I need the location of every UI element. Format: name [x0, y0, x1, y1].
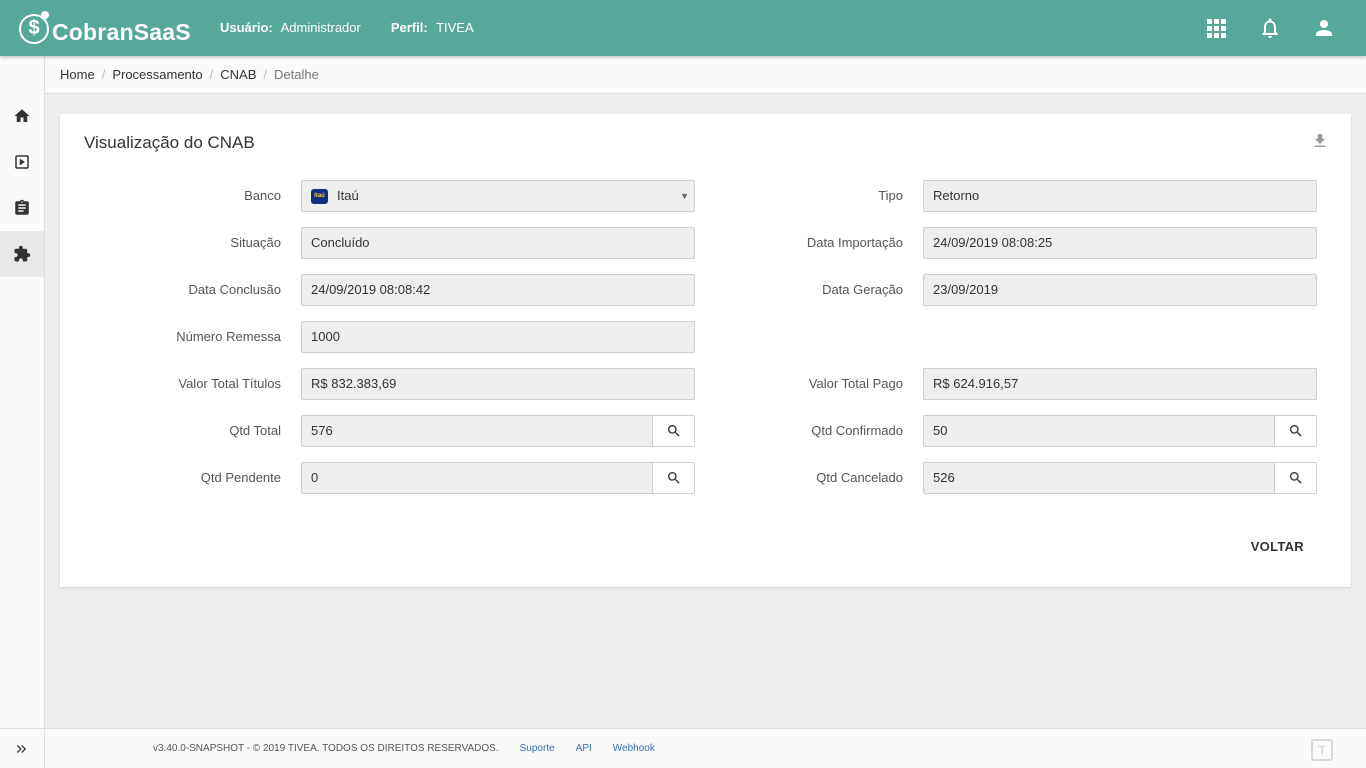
- qtd-confirmado-field[interactable]: 50: [923, 415, 1275, 447]
- data-importacao-field[interactable]: 24/09/2019 08:08:25: [923, 227, 1317, 259]
- sidebar-item-clipboard[interactable]: [0, 185, 44, 231]
- profile-label: Perfil:: [390, 20, 428, 35]
- qtd-total-field[interactable]: 576: [301, 415, 653, 447]
- sidebar-expand-button[interactable]: [0, 728, 44, 768]
- apps-grid-icon[interactable]: [1204, 16, 1228, 40]
- tipo-field[interactable]: Retorno: [923, 180, 1317, 212]
- user-value: Administrador: [280, 20, 361, 35]
- profile-value: TIVEA: [436, 20, 474, 35]
- breadcrumb-home[interactable]: Home: [60, 67, 95, 82]
- qtd-confirmado-search-button[interactable]: [1275, 415, 1317, 447]
- bell-icon[interactable]: [1258, 16, 1282, 40]
- clipboard-icon: [15, 199, 29, 215]
- sidebar-item-home[interactable]: [0, 93, 44, 139]
- download-icon[interactable]: [1311, 132, 1329, 150]
- puzzle-icon: [14, 245, 31, 262]
- app-logo[interactable]: CobranSaaS: [19, 10, 191, 46]
- page-title: Visualização do CNAB: [84, 133, 255, 152]
- numero-remessa-field[interactable]: 1000: [301, 321, 695, 353]
- breadcrumb-separator: /: [263, 67, 268, 82]
- situacao-field[interactable]: Concluído: [301, 227, 695, 259]
- breadcrumb-separator: /: [209, 67, 214, 82]
- copyright-text: v3.40.0-SNAPSHOT - © 2019 TIVEA. TODOS O…: [153, 743, 499, 754]
- user-info: Usuário: Administrador Perfil: TIVEA: [220, 20, 504, 35]
- data-importacao-label: Data Importação: [806, 235, 903, 250]
- valor-total-titulos-field[interactable]: R$ 832.383,69: [301, 368, 695, 400]
- data-geracao-label: Data Geração: [822, 282, 903, 297]
- situacao-label: Situação: [230, 235, 281, 250]
- user-icon[interactable]: [1312, 16, 1336, 40]
- logo-text: CobranSaaS: [52, 19, 191, 45]
- search-icon: [1289, 472, 1302, 484]
- numero-remessa-label: Número Remessa: [176, 329, 281, 344]
- qtd-total-label: Qtd Total: [229, 423, 281, 438]
- qtd-confirmado-label: Qtd Confirmado: [811, 423, 903, 438]
- search-icon: [1289, 425, 1302, 437]
- valor-total-titulos-label: Valor Total Títulos: [178, 376, 281, 391]
- play-box-icon: [15, 155, 29, 169]
- data-conclusao-label: Data Conclusão: [188, 282, 282, 297]
- voltar-button[interactable]: VOLTAR: [1251, 539, 1304, 554]
- qtd-pendente-field[interactable]: 0: [301, 462, 653, 494]
- banco-label: Banco: [244, 188, 281, 203]
- data-conclusao-field[interactable]: 24/09/2019 08:08:42: [301, 274, 695, 306]
- qtd-pendente-label: Qtd Pendente: [200, 470, 281, 485]
- breadcrumb-detalhe: Detalhe: [274, 67, 319, 82]
- home-icon: [14, 109, 30, 122]
- qtd-cancelado-search-button[interactable]: [1275, 462, 1317, 494]
- sidebar-item-puzzle[interactable]: [0, 231, 44, 277]
- chevron-double-right-icon: [16, 744, 27, 753]
- qtd-cancelado-field[interactable]: 526: [923, 462, 1275, 494]
- logo-coin-icon: [19, 10, 49, 44]
- sidebar-item-play[interactable]: [0, 139, 44, 185]
- valor-total-pago-field[interactable]: R$ 624.916,57: [923, 368, 1317, 400]
- breadcrumb-processamento[interactable]: Processamento: [112, 67, 202, 82]
- top-bar: CobranSaaS Usuário: Administrador Perfil…: [0, 0, 1366, 56]
- tipo-label: Tipo: [878, 188, 903, 203]
- footer: v3.40.0-SNAPSHOT - © 2019 TIVEA. TODOS O…: [45, 728, 1366, 768]
- banco-select[interactable]: Itaú Itaú ▼: [301, 180, 695, 212]
- sidebar: [0, 56, 45, 768]
- breadcrumb-cnab[interactable]: CNAB: [220, 67, 256, 82]
- footer-link-api[interactable]: API: [576, 743, 592, 754]
- search-icon: [667, 472, 680, 484]
- search-icon: [667, 425, 680, 437]
- valor-total-pago-label: Valor Total Pago: [808, 376, 903, 391]
- user-label: Usuário:: [220, 20, 273, 35]
- banco-value: Itaú: [337, 188, 359, 203]
- cnab-detail-card: Visualização do CNAB Banco Itaú Itaú ▼ T…: [60, 114, 1351, 587]
- footer-link-webhook[interactable]: Webhook: [613, 743, 655, 754]
- itau-logo-icon: Itaú: [311, 188, 328, 204]
- breadcrumb-separator: /: [101, 67, 106, 82]
- footer-link-suporte[interactable]: Suporte: [520, 743, 555, 754]
- data-geracao-field[interactable]: 23/09/2019: [923, 274, 1317, 306]
- tivea-logo-icon: T: [1311, 739, 1333, 761]
- qtd-cancelado-label: Qtd Cancelado: [816, 470, 903, 485]
- breadcrumb: Home / Processamento / CNAB / Detalhe: [45, 56, 1366, 94]
